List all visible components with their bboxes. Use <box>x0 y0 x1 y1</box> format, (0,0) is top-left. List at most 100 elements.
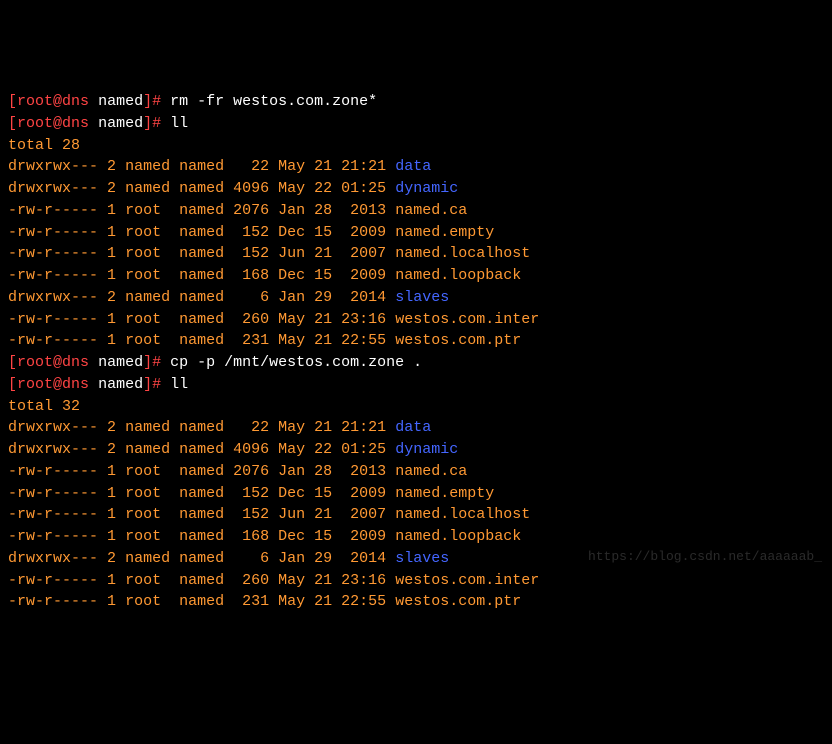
prompt-bracket: [ <box>8 354 17 371</box>
file-name: westos.com.ptr <box>395 332 521 349</box>
file-group: named <box>179 332 224 349</box>
file-perms: drwxrwx--- <box>8 180 98 197</box>
file-owner: root <box>125 202 170 219</box>
command-text: cp -p /mnt/westos.com.zone . <box>170 354 422 371</box>
prompt-bracket: ] <box>143 115 152 132</box>
file-links: 1 <box>107 506 116 523</box>
file-perms: -rw-r----- <box>8 202 98 219</box>
file-date: May 21 22:55 <box>278 593 386 610</box>
file-perms: -rw-r----- <box>8 463 98 480</box>
file-size: 231 <box>233 332 269 349</box>
prompt-user: root <box>17 115 53 132</box>
file-name: data <box>395 419 431 436</box>
file-owner: named <box>125 158 170 175</box>
file-owner: root <box>125 245 170 262</box>
file-owner: root <box>125 528 170 545</box>
file-size: 168 <box>233 528 269 545</box>
file-group: named <box>179 485 224 502</box>
file-size: 231 <box>233 593 269 610</box>
file-group: named <box>179 245 224 262</box>
file-group: named <box>179 528 224 545</box>
prompt-host: dns <box>62 93 89 110</box>
prompt-user: root <box>17 93 53 110</box>
file-group: named <box>179 224 224 241</box>
file-date: May 21 23:16 <box>278 572 386 589</box>
file-group: named <box>179 202 224 219</box>
file-name: named.localhost <box>395 245 530 262</box>
file-links: 2 <box>107 441 116 458</box>
prompt-dir: named <box>98 376 143 393</box>
prompt-user: root <box>17 354 53 371</box>
file-name: dynamic <box>395 180 458 197</box>
prompt-host: dns <box>62 376 89 393</box>
file-size: 152 <box>233 245 269 262</box>
prompt-host: dns <box>62 115 89 132</box>
file-name: named.ca <box>395 202 467 219</box>
file-size: 2076 <box>233 202 269 219</box>
file-group: named <box>179 158 224 175</box>
file-owner: root <box>125 572 170 589</box>
file-size: 152 <box>233 506 269 523</box>
file-links: 2 <box>107 419 116 436</box>
file-size: 6 <box>233 289 269 306</box>
prompt-hash: # <box>152 93 170 110</box>
file-owner: root <box>125 463 170 480</box>
file-date: May 22 01:25 <box>278 180 386 197</box>
file-name: slaves <box>395 550 449 567</box>
file-perms: drwxrwx--- <box>8 441 98 458</box>
file-group: named <box>179 550 224 567</box>
file-size: 4096 <box>233 180 269 197</box>
file-owner: named <box>125 441 170 458</box>
file-date: May 21 21:21 <box>278 158 386 175</box>
prompt-at: @ <box>53 354 62 371</box>
file-owner: named <box>125 289 170 306</box>
prompt-hash: # <box>152 115 170 132</box>
file-links: 2 <box>107 550 116 567</box>
file-size: 260 <box>233 572 269 589</box>
file-owner: named <box>125 180 170 197</box>
file-links: 1 <box>107 267 116 284</box>
prompt-hash: # <box>152 376 170 393</box>
file-links: 1 <box>107 311 116 328</box>
file-name: dynamic <box>395 441 458 458</box>
file-links: 1 <box>107 332 116 349</box>
prompt-dir: named <box>98 115 143 132</box>
file-perms: -rw-r----- <box>8 506 98 523</box>
file-date: Jan 29 2014 <box>278 289 386 306</box>
file-owner: root <box>125 267 170 284</box>
prompt-user: root <box>17 376 53 393</box>
file-date: May 22 01:25 <box>278 441 386 458</box>
prompt-bracket: [ <box>8 115 17 132</box>
file-date: Dec 15 2009 <box>278 528 386 545</box>
file-size: 152 <box>233 485 269 502</box>
file-date: Jun 21 2007 <box>278 506 386 523</box>
file-perms: -rw-r----- <box>8 245 98 262</box>
file-name: named.loopback <box>395 267 521 284</box>
file-links: 1 <box>107 245 116 262</box>
file-perms: -rw-r----- <box>8 528 98 545</box>
file-group: named <box>179 506 224 523</box>
file-perms: -rw-r----- <box>8 593 98 610</box>
file-perms: drwxrwx--- <box>8 550 98 567</box>
file-name: westos.com.ptr <box>395 593 521 610</box>
file-perms: -rw-r----- <box>8 332 98 349</box>
file-group: named <box>179 180 224 197</box>
file-name: data <box>395 158 431 175</box>
file-size: 22 <box>233 419 269 436</box>
file-links: 1 <box>107 224 116 241</box>
file-name: named.ca <box>395 463 467 480</box>
file-size: 2076 <box>233 463 269 480</box>
command-text: ll <box>170 376 188 393</box>
terminal-output[interactable]: [root@dns named]# rm -fr westos.com.zone… <box>8 91 824 613</box>
file-name: named.localhost <box>395 506 530 523</box>
file-size: 4096 <box>233 441 269 458</box>
file-name: named.empty <box>395 224 494 241</box>
file-perms: -rw-r----- <box>8 267 98 284</box>
file-name: slaves <box>395 289 449 306</box>
file-date: Dec 15 2009 <box>278 485 386 502</box>
file-perms: -rw-r----- <box>8 485 98 502</box>
file-owner: named <box>125 550 170 567</box>
file-size: 168 <box>233 267 269 284</box>
file-group: named <box>179 267 224 284</box>
file-owner: root <box>125 332 170 349</box>
